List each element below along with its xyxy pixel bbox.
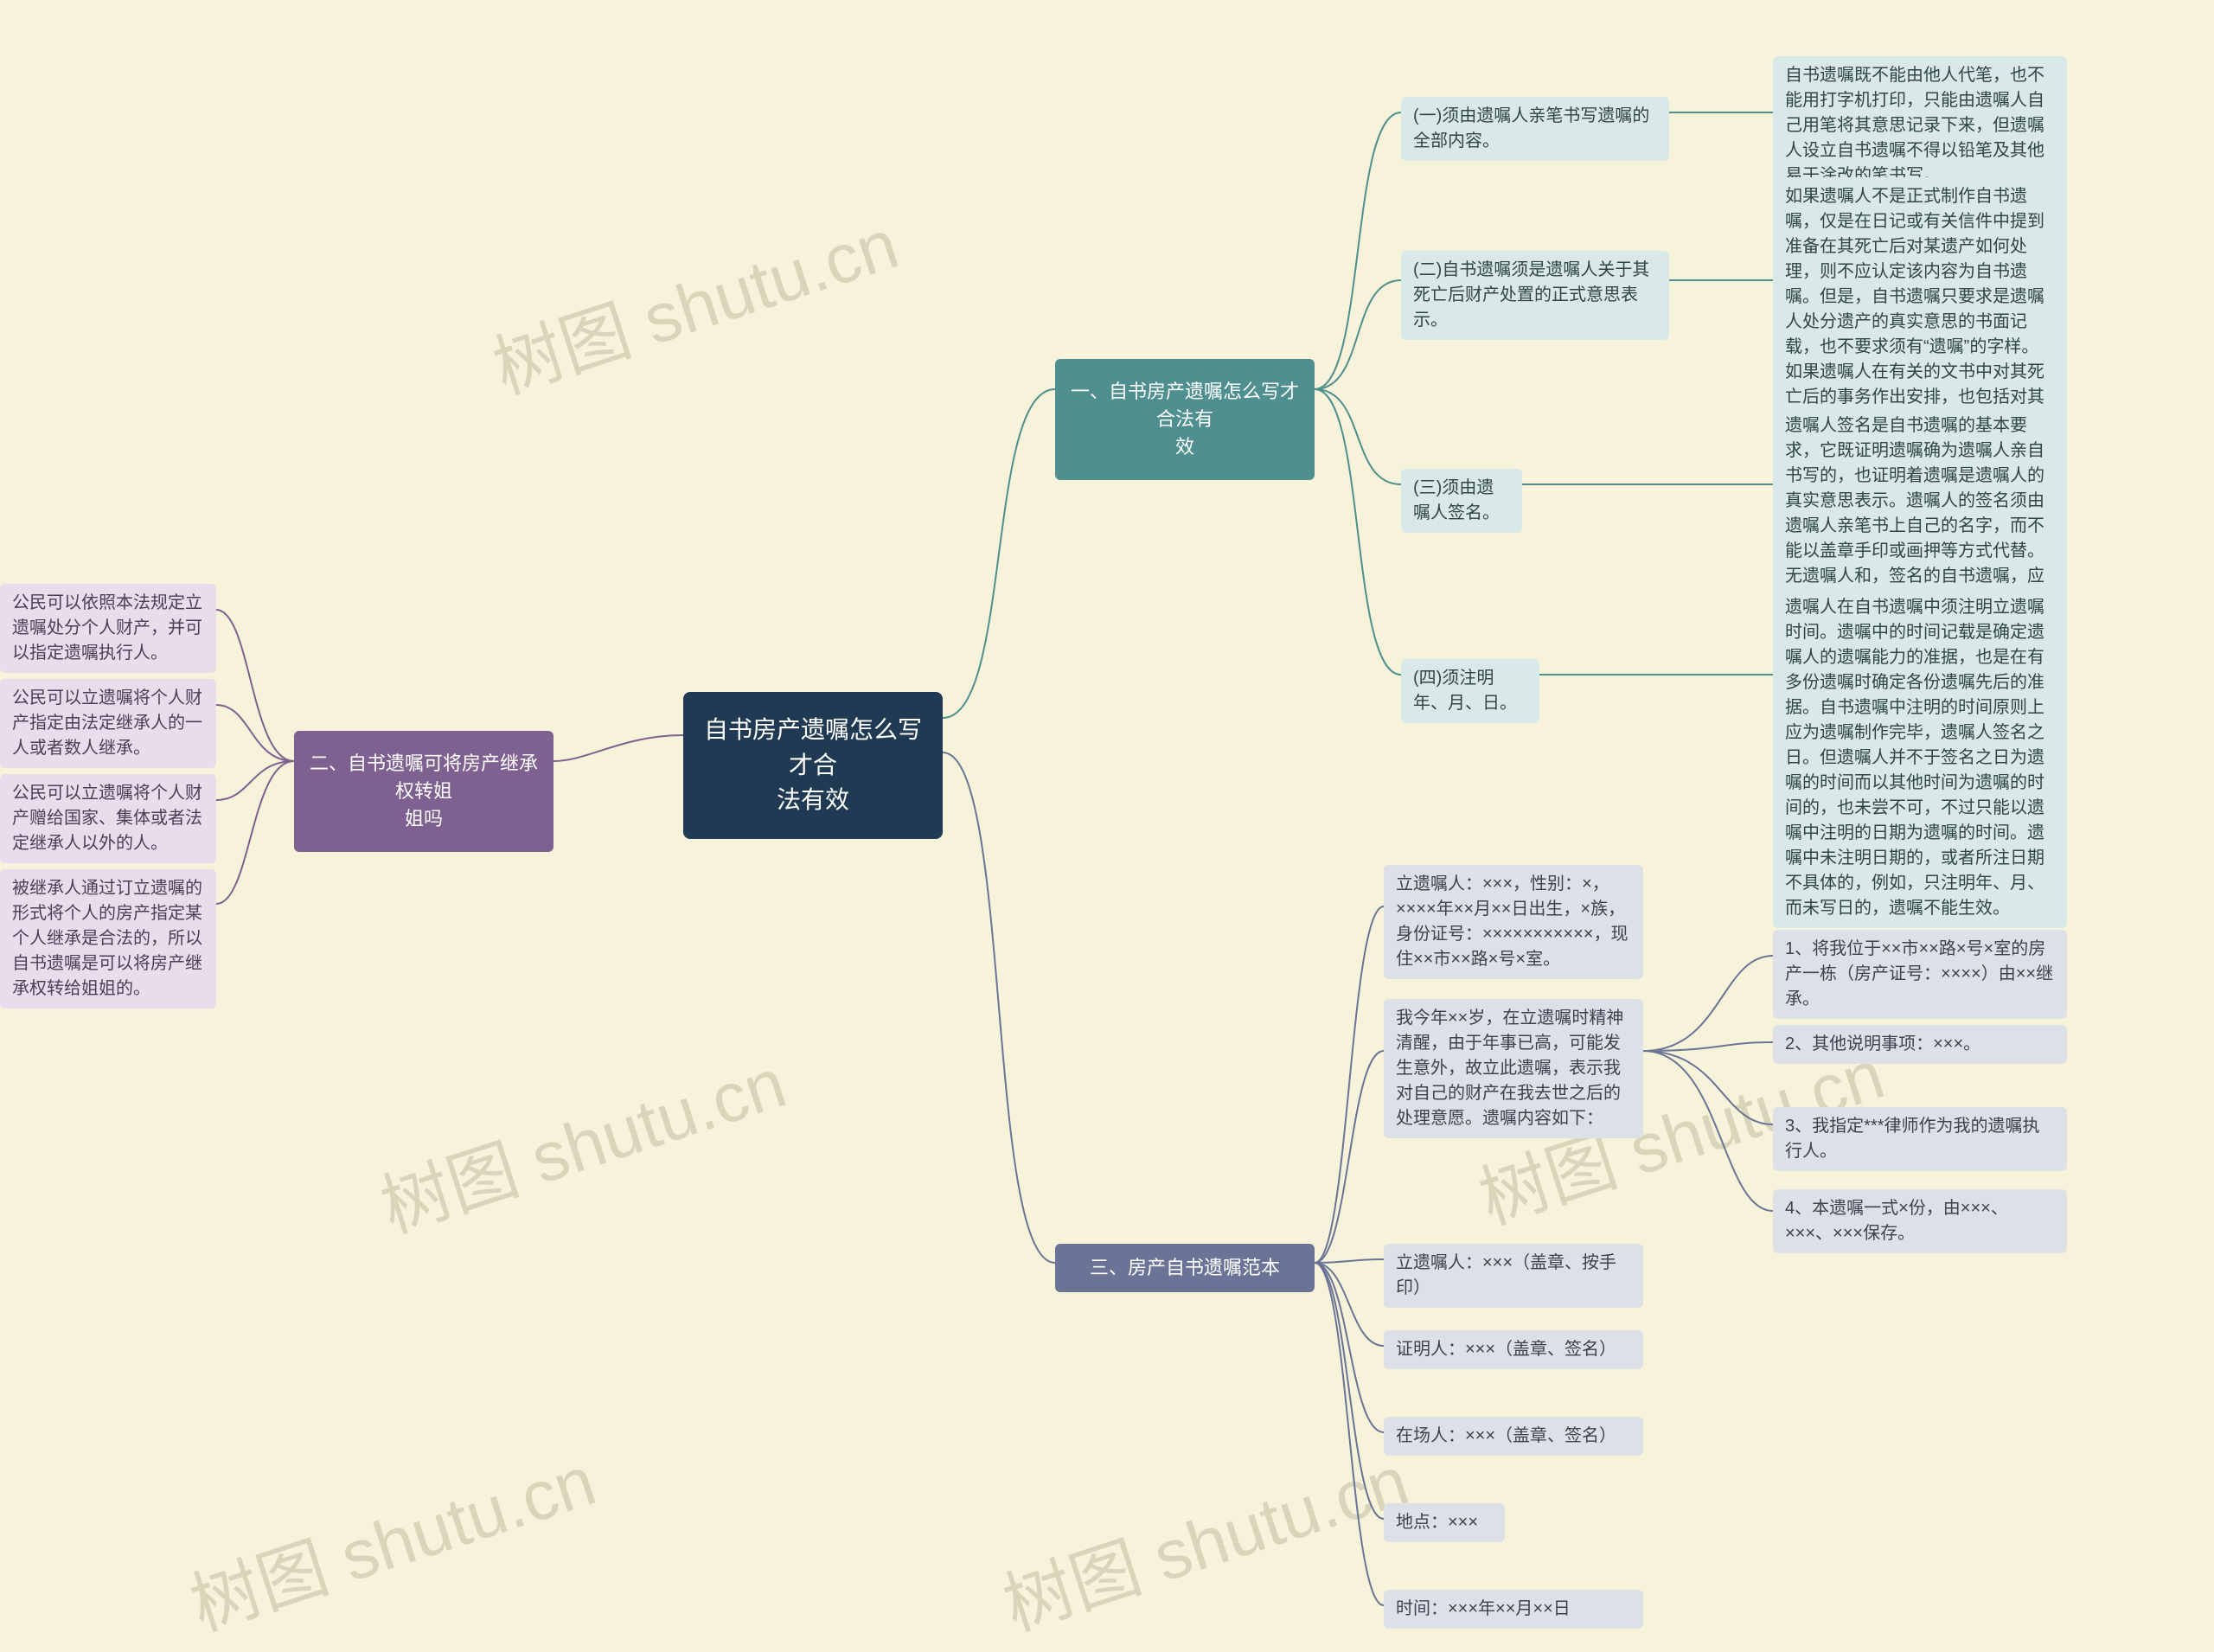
- branch1-label-0[interactable]: (一)须由遗嘱人亲笔书写遗嘱的全部内容。: [1401, 97, 1669, 161]
- branch2-leaf-0-text: 公民可以依照本法规定立遗嘱处分个人财产，并可以指定遗嘱执行人。: [12, 593, 202, 663]
- branch3-leaf-0-text: 立遗嘱人：×××，性别：×，××××年××月××日出生，×族，身份证号：××××…: [1396, 874, 1628, 969]
- branch3-leaf-1-text: 我今年××岁，在立遗嘱时精神清醒，由于年事已高，可能发生意外，故立此遗嘱，表示我…: [1396, 1008, 1623, 1128]
- branch3-sub-3[interactable]: 4、本遗嘱一式×份，由×××、×××、×××保存。: [1773, 1189, 2067, 1253]
- branch3-sub-0[interactable]: 1、将我位于××市××路×号×室的房产一栋（房产证号：××××）由××继承。: [1773, 930, 2067, 1019]
- watermark-text: 树图 shutu.cn: [479, 189, 909, 413]
- branch1-label-1[interactable]: (二)自书遗嘱须是遗嘱人关于其死亡后财产处置的正式意思表示。: [1401, 251, 1669, 340]
- branch2-leaf-3-text: 被继承人通过订立遗嘱的形式将个人的房产指定某个人继承是合法的，所以自书遗嘱是可以…: [12, 879, 202, 998]
- root-title: 自书房产遗嘱怎么写才合法有效: [704, 716, 922, 813]
- branch-3-title: 三、房产自书遗嘱范本: [1090, 1257, 1280, 1278]
- branch3-leaf-5[interactable]: 地点：×××: [1384, 1503, 1505, 1542]
- branch3-sub-3-text: 4、本遗嘱一式×份，由×××、×××、×××保存。: [1785, 1199, 2008, 1243]
- mindmap-stage: 树图 shutu.cn 树图 shutu.cn 树图 shutu.cn 树图 s…: [0, 0, 2214, 1652]
- branch2-leaf-1-text: 公民可以立遗嘱将个人财产指定由法定继承人的一人或者数人继承。: [12, 688, 202, 758]
- branch-node-1[interactable]: 一、自书房产遗嘱怎么写才合法有效: [1055, 359, 1315, 480]
- branch2-leaf-2[interactable]: 公民可以立遗嘱将个人财产赠给国家、集体或者法定继承人以外的人。: [0, 774, 216, 863]
- watermark-text: 树图 shutu.cn: [176, 1425, 606, 1650]
- branch3-sub-2[interactable]: 3、我指定***律师作为我的遗嘱执行人。: [1773, 1107, 2067, 1171]
- branch3-leaf-6-text: 时间：×××年××月××日: [1396, 1599, 1571, 1618]
- branch3-leaf-4-text: 在场人：×××（盖章、签名）: [1396, 1426, 1616, 1445]
- branch2-leaf-2-text: 公民可以立遗嘱将个人财产赠给国家、集体或者法定继承人以外的人。: [12, 784, 202, 853]
- branch2-leaf-1[interactable]: 公民可以立遗嘱将个人财产指定由法定继承人的一人或者数人继承。: [0, 679, 216, 768]
- branch3-leaf-2[interactable]: 立遗嘱人：×××（盖章、按手印）: [1384, 1244, 1643, 1308]
- branch1-label-3-text: (四)须注明年、月、日。: [1413, 669, 1517, 713]
- branch1-detail-3-text: 遗嘱人在自书遗嘱中须注明立遗嘱时间。遗嘱中的时间记载是确定遗嘱人的遗嘱能力的准据…: [1785, 598, 2044, 918]
- watermark-text: 树图 shutu.cn: [989, 1425, 1419, 1650]
- branch1-label-2[interactable]: (三)须由遗嘱人签名。: [1401, 469, 1522, 533]
- branch3-leaf-2-text: 立遗嘱人：×××（盖章、按手印）: [1396, 1253, 1616, 1297]
- root-node[interactable]: 自书房产遗嘱怎么写才合法有效: [683, 692, 943, 839]
- branch3-sub-0-text: 1、将我位于××市××路×号×室的房产一栋（房产证号：××××）由××继承。: [1785, 939, 2053, 1008]
- branch1-label-0-text: (一)须由遗嘱人亲笔书写遗嘱的全部内容。: [1413, 106, 1649, 150]
- branch1-label-2-text: (三)须由遗嘱人签名。: [1413, 478, 1500, 522]
- branch3-leaf-4[interactable]: 在场人：×××（盖章、签名）: [1384, 1417, 1643, 1456]
- branch3-leaf-5-text: 地点：×××: [1396, 1513, 1478, 1532]
- branch-node-2[interactable]: 二、自书遗嘱可将房产继承权转姐姐吗: [294, 731, 554, 852]
- branch-1-title: 一、自书房产遗嘱怎么写才合法有效: [1071, 381, 1299, 458]
- branch3-leaf-6[interactable]: 时间：×××年××月××日: [1384, 1590, 1643, 1629]
- branch1-label-3[interactable]: (四)须注明年、月、日。: [1401, 659, 1539, 723]
- branch3-leaf-0[interactable]: 立遗嘱人：×××，性别：×，××××年××月××日出生，×族，身份证号：××××…: [1384, 865, 1643, 979]
- branch3-leaf-1[interactable]: 我今年××岁，在立遗嘱时精神清醒，由于年事已高，可能发生意外，故立此遗嘱，表示我…: [1384, 999, 1643, 1138]
- branch1-detail-3[interactable]: 遗嘱人在自书遗嘱中须注明立遗嘱时间。遗嘱中的时间记载是确定遗嘱人的遗嘱能力的准据…: [1773, 588, 2067, 928]
- branch3-leaf-3[interactable]: 证明人：×××（盖章、签名）: [1384, 1330, 1643, 1369]
- branch3-sub-1-text: 2、其他说明事项：×××。: [1785, 1034, 1980, 1053]
- branch2-leaf-0[interactable]: 公民可以依照本法规定立遗嘱处分个人财产，并可以指定遗嘱执行人。: [0, 584, 216, 673]
- branch3-sub-1[interactable]: 2、其他说明事项：×××。: [1773, 1025, 2067, 1064]
- branch1-detail-0[interactable]: 自书遗嘱既不能由他人代笔，也不能用打字机打印，只能由遗嘱人自己用笔将其意思记录下…: [1773, 56, 2067, 195]
- branch3-leaf-3-text: 证明人：×××（盖章、签名）: [1396, 1340, 1616, 1359]
- branch-2-title: 二、自书遗嘱可将房产继承权转姐姐吗: [310, 752, 538, 829]
- branch3-sub-2-text: 3、我指定***律师作为我的遗嘱执行人。: [1785, 1117, 2039, 1161]
- branch2-leaf-3[interactable]: 被继承人通过订立遗嘱的形式将个人的房产指定某个人继承是合法的，所以自书遗嘱是可以…: [0, 869, 216, 1008]
- watermark-text: 树图 shutu.cn: [367, 1028, 797, 1252]
- branch-node-3[interactable]: 三、房产自书遗嘱范本: [1055, 1244, 1315, 1292]
- branch1-label-1-text: (二)自书遗嘱须是遗嘱人关于其死亡后财产处置的正式意思表示。: [1413, 260, 1649, 330]
- branch1-detail-0-text: 自书遗嘱既不能由他人代笔，也不能用打字机打印，只能由遗嘱人自己用笔将其意思记录下…: [1785, 66, 2044, 185]
